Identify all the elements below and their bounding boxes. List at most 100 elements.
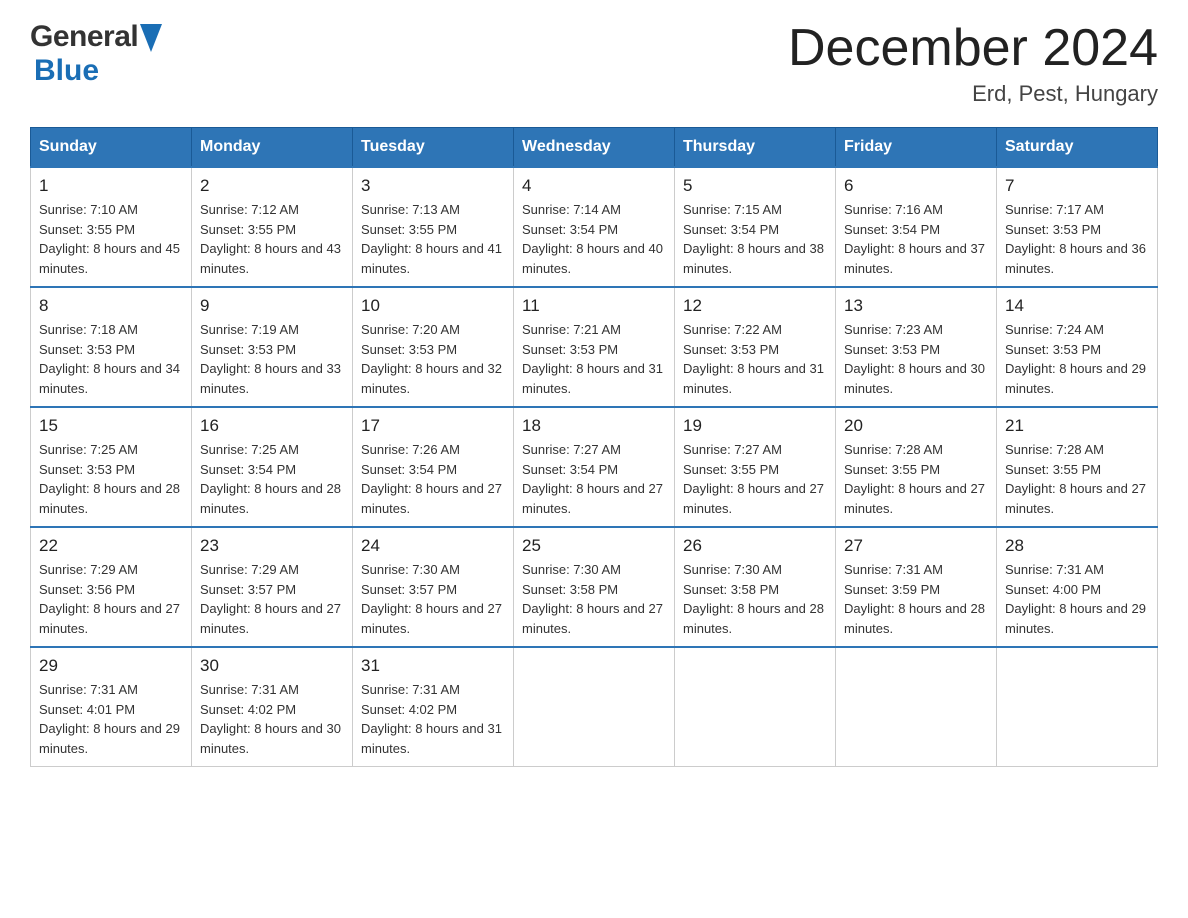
day-info: Sunrise: 7:27 AMSunset: 3:54 PMDaylight:…	[522, 440, 666, 518]
day-info: Sunrise: 7:30 AMSunset: 3:57 PMDaylight:…	[361, 560, 505, 638]
day-number: 18	[522, 416, 666, 436]
day-info: Sunrise: 7:29 AMSunset: 3:56 PMDaylight:…	[39, 560, 183, 638]
calendar-cell: 9Sunrise: 7:19 AMSunset: 3:53 PMDaylight…	[192, 287, 353, 407]
logo-general-text: General	[30, 20, 138, 54]
col-header-thursday: Thursday	[675, 128, 836, 168]
day-number: 31	[361, 656, 505, 676]
calendar-cell: 25Sunrise: 7:30 AMSunset: 3:58 PMDayligh…	[514, 527, 675, 647]
day-number: 20	[844, 416, 988, 436]
calendar-cell: 2Sunrise: 7:12 AMSunset: 3:55 PMDaylight…	[192, 167, 353, 287]
day-number: 4	[522, 176, 666, 196]
day-info: Sunrise: 7:17 AMSunset: 3:53 PMDaylight:…	[1005, 200, 1149, 278]
calendar-table: SundayMondayTuesdayWednesdayThursdayFrid…	[30, 127, 1158, 767]
day-number: 13	[844, 296, 988, 316]
day-info: Sunrise: 7:15 AMSunset: 3:54 PMDaylight:…	[683, 200, 827, 278]
calendar-cell: 16 Sunrise: 7:25 AMSunset: 3:54 PMDayligh…	[192, 407, 353, 527]
calendar-cell: 1 Sunrise: 7:10 AMSunset: 3:55 PMDaylight…	[31, 167, 192, 287]
month-title: December 2024	[788, 20, 1158, 77]
col-header-saturday: Saturday	[997, 128, 1158, 168]
day-number: 12	[683, 296, 827, 316]
day-info: Sunrise: 7:31 AMSunset: 4:00 PMDaylight:…	[1005, 560, 1149, 638]
title-block: December 2024 Erd, Pest, Hungary	[788, 20, 1158, 107]
calendar-cell: 12 Sunrise: 7:22 AMSunset: 3:53 PMDayligh…	[675, 287, 836, 407]
calendar-cell: 7 Sunrise: 7:17 AMSunset: 3:53 PMDaylight…	[997, 167, 1158, 287]
calendar-cell: 4Sunrise: 7:14 AMSunset: 3:54 PMDaylight…	[514, 167, 675, 287]
day-number: 19	[683, 416, 827, 436]
calendar-cell	[675, 647, 836, 767]
calendar-cell	[997, 647, 1158, 767]
day-number: 21	[1005, 416, 1149, 436]
day-number: 27	[844, 536, 988, 556]
day-info: Sunrise: 7:20 AMSunset: 3:53 PMDaylight:…	[361, 320, 505, 398]
calendar-header-row: SundayMondayTuesdayWednesdayThursdayFrid…	[31, 128, 1158, 168]
day-info: Sunrise: 7:19 AMSunset: 3:53 PMDaylight:…	[200, 320, 344, 398]
calendar-cell: 20 Sunrise: 7:28 AMSunset: 3:55 PMDayligh…	[836, 407, 997, 527]
calendar-cell: 3 Sunrise: 7:13 AMSunset: 3:55 PMDaylight…	[353, 167, 514, 287]
day-number: 15	[39, 416, 183, 436]
day-info: Sunrise: 7:10 AMSunset: 3:55 PMDaylight:…	[39, 200, 183, 278]
calendar-week-2: 8 Sunrise: 7:18 AMSunset: 3:53 PMDaylight…	[31, 287, 1158, 407]
calendar-week-1: 1 Sunrise: 7:10 AMSunset: 3:55 PMDaylight…	[31, 167, 1158, 287]
col-header-tuesday: Tuesday	[353, 128, 514, 168]
day-number: 11	[522, 296, 666, 316]
calendar-cell: 22 Sunrise: 7:29 AMSunset: 3:56 PMDayligh…	[31, 527, 192, 647]
day-info: Sunrise: 7:31 AMSunset: 4:02 PMDaylight:…	[200, 680, 344, 758]
logo-arrow-icon	[140, 24, 162, 52]
calendar-cell: 11 Sunrise: 7:21 AMSunset: 3:53 PMDayligh…	[514, 287, 675, 407]
calendar-cell: 29Sunrise: 7:31 AMSunset: 4:01 PMDayligh…	[31, 647, 192, 767]
day-number: 10	[361, 296, 505, 316]
calendar-week-4: 22 Sunrise: 7:29 AMSunset: 3:56 PMDayligh…	[31, 527, 1158, 647]
day-info: Sunrise: 7:26 AMSunset: 3:54 PMDaylight:…	[361, 440, 505, 518]
day-info: Sunrise: 7:12 AMSunset: 3:55 PMDaylight:…	[200, 200, 344, 278]
calendar-cell: 14 Sunrise: 7:24 AMSunset: 3:53 PMDayligh…	[997, 287, 1158, 407]
day-number: 16	[200, 416, 344, 436]
calendar-cell: 17 Sunrise: 7:26 AMSunset: 3:54 PMDayligh…	[353, 407, 514, 527]
day-info: Sunrise: 7:27 AMSunset: 3:55 PMDaylight:…	[683, 440, 827, 518]
calendar-cell: 21 Sunrise: 7:28 AMSunset: 3:55 PMDayligh…	[997, 407, 1158, 527]
col-header-monday: Monday	[192, 128, 353, 168]
day-info: Sunrise: 7:22 AMSunset: 3:53 PMDaylight:…	[683, 320, 827, 398]
calendar-cell: 24 Sunrise: 7:30 AMSunset: 3:57 PMDayligh…	[353, 527, 514, 647]
day-info: Sunrise: 7:21 AMSunset: 3:53 PMDaylight:…	[522, 320, 666, 398]
day-info: Sunrise: 7:24 AMSunset: 3:53 PMDaylight:…	[1005, 320, 1149, 398]
day-info: Sunrise: 7:28 AMSunset: 3:55 PMDaylight:…	[844, 440, 988, 518]
day-info: Sunrise: 7:30 AMSunset: 3:58 PMDaylight:…	[683, 560, 827, 638]
day-info: Sunrise: 7:31 AMSunset: 3:59 PMDaylight:…	[844, 560, 988, 638]
day-number: 6	[844, 176, 988, 196]
page-header: General Blue December 2024 Erd, Pest, Hu…	[30, 20, 1158, 107]
calendar-week-3: 15Sunrise: 7:25 AMSunset: 3:53 PMDayligh…	[31, 407, 1158, 527]
day-number: 8	[39, 296, 183, 316]
day-number: 28	[1005, 536, 1149, 556]
day-info: Sunrise: 7:23 AMSunset: 3:53 PMDaylight:…	[844, 320, 988, 398]
calendar-cell: 28 Sunrise: 7:31 AMSunset: 4:00 PMDayligh…	[997, 527, 1158, 647]
day-number: 1	[39, 176, 183, 196]
calendar-cell: 10 Sunrise: 7:20 AMSunset: 3:53 PMDayligh…	[353, 287, 514, 407]
calendar-cell: 15Sunrise: 7:25 AMSunset: 3:53 PMDayligh…	[31, 407, 192, 527]
day-info: Sunrise: 7:31 AMSunset: 4:02 PMDaylight:…	[361, 680, 505, 758]
day-number: 22	[39, 536, 183, 556]
day-info: Sunrise: 7:13 AMSunset: 3:55 PMDaylight:…	[361, 200, 505, 278]
day-info: Sunrise: 7:25 AMSunset: 3:54 PMDaylight:…	[200, 440, 344, 518]
day-number: 14	[1005, 296, 1149, 316]
day-number: 23	[200, 536, 344, 556]
logo: General Blue	[30, 20, 162, 88]
day-number: 17	[361, 416, 505, 436]
day-info: Sunrise: 7:28 AMSunset: 3:55 PMDaylight:…	[1005, 440, 1149, 518]
calendar-cell: 8 Sunrise: 7:18 AMSunset: 3:53 PMDaylight…	[31, 287, 192, 407]
day-info: Sunrise: 7:18 AMSunset: 3:53 PMDaylight:…	[39, 320, 183, 398]
calendar-week-5: 29Sunrise: 7:31 AMSunset: 4:01 PMDayligh…	[31, 647, 1158, 767]
calendar-cell: 13 Sunrise: 7:23 AMSunset: 3:53 PMDayligh…	[836, 287, 997, 407]
col-header-wednesday: Wednesday	[514, 128, 675, 168]
day-number: 24	[361, 536, 505, 556]
calendar-cell	[514, 647, 675, 767]
calendar-cell	[836, 647, 997, 767]
calendar-cell: 27 Sunrise: 7:31 AMSunset: 3:59 PMDayligh…	[836, 527, 997, 647]
calendar-cell: 18 Sunrise: 7:27 AMSunset: 3:54 PMDayligh…	[514, 407, 675, 527]
day-number: 7	[1005, 176, 1149, 196]
calendar-cell: 31 Sunrise: 7:31 AMSunset: 4:02 PMDayligh…	[353, 647, 514, 767]
calendar-cell: 19 Sunrise: 7:27 AMSunset: 3:55 PMDayligh…	[675, 407, 836, 527]
day-number: 3	[361, 176, 505, 196]
col-header-sunday: Sunday	[31, 128, 192, 168]
calendar-cell: 23Sunrise: 7:29 AMSunset: 3:57 PMDayligh…	[192, 527, 353, 647]
day-number: 5	[683, 176, 827, 196]
